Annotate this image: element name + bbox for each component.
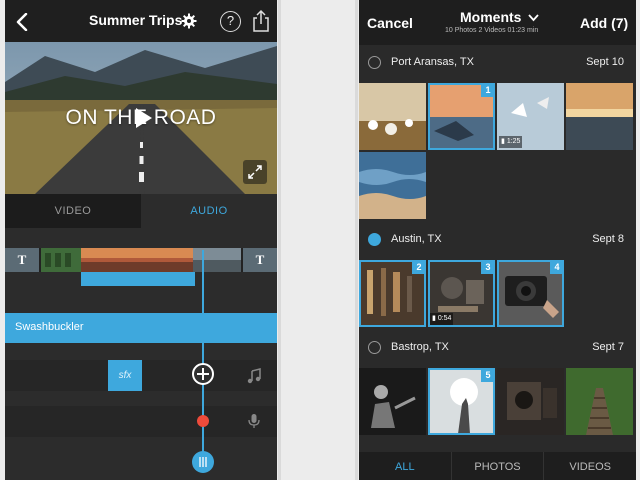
photo-thumbnail-selected[interactable]: 4	[497, 260, 564, 327]
section-date: Sept 7	[592, 341, 624, 353]
moment-section-header[interactable]: Austin, TX Sept 8	[359, 222, 636, 258]
gear-icon[interactable]	[181, 13, 197, 29]
photo-thumbnail-selected[interactable]: 2	[359, 260, 426, 327]
music-track-name: Swashbuckler	[15, 321, 84, 333]
tab-video[interactable]: VIDEO	[5, 194, 141, 228]
photo-thumbnail[interactable]	[566, 368, 633, 435]
tab-audio[interactable]: AUDIO	[141, 194, 277, 228]
section-place: Bastrop, TX	[391, 341, 449, 353]
sound-effect-clip[interactable]: sfx	[108, 360, 142, 391]
screenshot-stage: Summer Trips ? ON THE ROAD VIDEO AUDIO T…	[0, 0, 640, 480]
chevron-down-icon	[528, 14, 540, 22]
editor-top-bar: Summer Trips ?	[5, 0, 277, 42]
video-clip-strip[interactable]: T T	[5, 248, 277, 272]
selection-badge: 2	[412, 260, 426, 274]
photo-thumbnail[interactable]	[359, 368, 426, 435]
chevron-left-icon	[16, 13, 28, 31]
microphone-icon[interactable]	[246, 413, 262, 429]
project-title[interactable]: Summer Trips	[89, 12, 182, 28]
video-thumbnail-selected[interactable]: 3 ▮ 0:54	[428, 260, 495, 327]
video-camera-icon: ▮	[432, 315, 436, 322]
phone-edge-left	[278, 0, 281, 480]
video-thumbnail[interactable]: ▮ 1:25	[497, 83, 564, 150]
voiceover-lane[interactable]	[5, 406, 277, 437]
tab-photos[interactable]: PHOTOS	[452, 452, 545, 480]
add-audio-button[interactable]	[192, 363, 214, 385]
moment-section-header[interactable]: Port Aransas, TX Sept 10	[359, 45, 636, 81]
photo-thumbnail[interactable]	[497, 368, 564, 435]
music-track[interactable]: Swashbuckler	[5, 313, 277, 343]
play-icon[interactable]	[132, 106, 154, 130]
media-tabs: VIDEO AUDIO	[5, 194, 277, 228]
video-duration-value: 1:25	[506, 138, 521, 145]
scrub-handle[interactable]	[192, 451, 214, 473]
title-clip-end[interactable]: T	[243, 248, 277, 272]
video-duration: ▮ 1:25	[499, 136, 523, 148]
section-date: Sept 8	[592, 233, 624, 245]
tab-all[interactable]: ALL	[359, 452, 452, 480]
picker-filter-tabs: ALL PHOTOS VIDEOS	[359, 452, 636, 480]
moment-section-header[interactable]: Bastrop, TX Sept 7	[359, 330, 636, 366]
add-button[interactable]: Add (7)	[580, 15, 628, 31]
photo-thumbnail-selected[interactable]: 5	[428, 368, 495, 435]
picker-top-bar: Cancel Moments 10 Photos 2 Videos 01:23 …	[359, 0, 636, 45]
fullscreen-icon[interactable]	[243, 160, 267, 184]
music-note-icon	[246, 368, 262, 384]
editor-screen: Summer Trips ? ON THE ROAD VIDEO AUDIO T…	[5, 0, 277, 480]
grip-icon	[199, 457, 207, 467]
moments-dropdown[interactable]: Moments	[460, 9, 540, 25]
photo-thumbnail[interactable]	[359, 83, 426, 150]
section-date: Sept 10	[586, 56, 624, 68]
video-duration: ▮ 0:54	[430, 313, 454, 325]
moments-picker-screen: Cancel Moments 10 Photos 2 Videos 01:23 …	[359, 0, 636, 480]
section-place: Austin, TX	[391, 233, 442, 245]
photo-thumbnail[interactable]	[359, 152, 426, 219]
video-clip-thumbnails[interactable]	[41, 248, 241, 272]
selection-badge: 4	[550, 260, 564, 274]
photo-thumbnail-selected[interactable]: 1	[428, 83, 495, 150]
selection-badge: 5	[481, 368, 495, 382]
moments-summary: 10 Photos 2 Videos 01:23 min	[445, 27, 539, 34]
section-select-radio-selected[interactable]	[368, 233, 381, 246]
video-duration-value: 0:54	[437, 315, 452, 322]
plus-icon	[197, 368, 209, 380]
help-button[interactable]: ?	[220, 11, 241, 32]
section-select-radio[interactable]	[368, 56, 381, 69]
phone-edge-right	[355, 0, 358, 480]
section-place: Port Aransas, TX	[391, 56, 474, 68]
video-camera-icon: ▮	[501, 138, 505, 145]
selection-badge: 1	[481, 83, 495, 97]
audio-clip-selection[interactable]	[81, 272, 195, 286]
title-clip-start[interactable]: T	[5, 248, 39, 272]
timeline[interactable]: T T Swashbuckler sfx	[5, 228, 277, 480]
photo-thumbnail[interactable]	[566, 83, 633, 150]
share-icon[interactable]	[251, 9, 271, 33]
cancel-button[interactable]: Cancel	[367, 15, 413, 31]
back-button[interactable]	[9, 9, 35, 35]
moments-title: Moments	[460, 9, 522, 25]
playhead[interactable]	[202, 250, 204, 468]
tab-videos[interactable]: VIDEOS	[544, 452, 636, 480]
section-select-radio[interactable]	[368, 341, 381, 354]
record-indicator[interactable]	[197, 415, 209, 427]
video-preview[interactable]: ON THE ROAD	[5, 42, 277, 194]
selection-badge: 3	[481, 260, 495, 274]
